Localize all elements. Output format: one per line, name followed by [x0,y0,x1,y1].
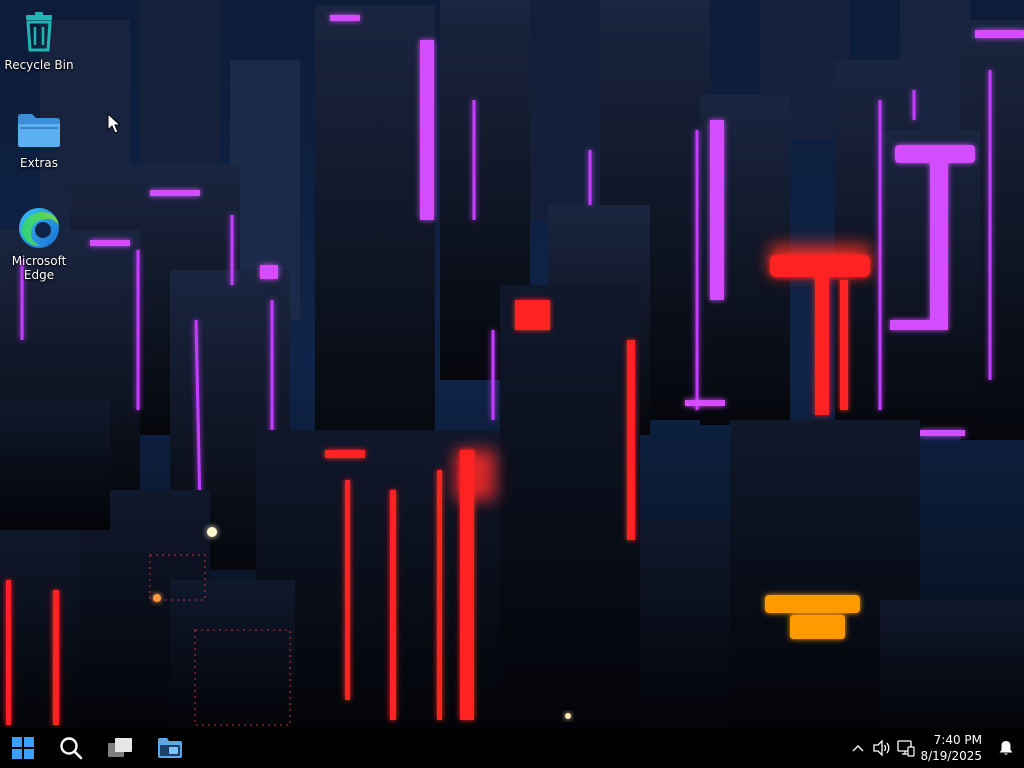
notification-center-button[interactable] [992,728,1020,768]
file-explorer-icon [158,738,182,758]
recycle-bin-label: Recycle Bin [4,58,74,72]
show-hidden-icons-button[interactable] [846,728,870,768]
windows-logo-icon [12,737,34,759]
clock-date: 8/19/2025 [920,749,982,763]
bell-icon [999,741,1013,755]
recycle-bin-shortcut[interactable]: Recycle Bin [1,8,77,72]
task-view-icon [108,738,132,757]
edge-icon [15,204,63,252]
search-button[interactable] [53,732,89,764]
system-tray: 7:40 PM 8/19/2025 [846,728,1024,768]
file-explorer-button[interactable] [152,732,188,764]
taskbar: 7:40 PM 8/19/2025 [0,728,1024,768]
microsoft-edge-shortcut[interactable]: Microsoft Edge [1,204,77,282]
microsoft-edge-label: Microsoft Edge [11,254,67,282]
extras-folder-label: Extras [20,156,58,170]
clock-time: 7:40 PM [933,733,982,747]
chevron-up-icon [852,745,864,752]
desktop[interactable]: Recycle Bin Extras Microsoft Edge [0,0,1024,728]
mouse-pointer-icon [107,113,121,134]
recycle-bin-icon [15,8,63,56]
search-icon [60,737,83,760]
speaker-icon [873,740,890,756]
volume-button[interactable] [870,728,894,768]
extras-folder-shortcut[interactable]: Extras [1,106,77,170]
neon-city-wallpaper [0,0,1024,728]
network-icon [897,740,915,757]
start-button[interactable] [5,732,41,764]
network-button[interactable] [894,728,918,768]
clock-button[interactable]: 7:40 PM 8/19/2025 [920,728,982,768]
task-view-button[interactable] [102,732,138,764]
folder-icon [15,106,63,154]
